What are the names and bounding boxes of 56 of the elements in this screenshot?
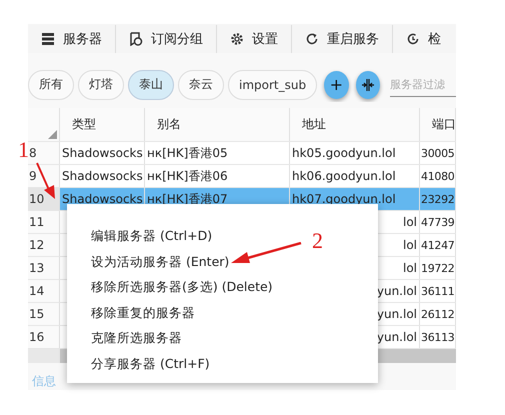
menu-item[interactable]: 移除重复的服务器 [91,300,195,325]
row-number: 16 [28,326,60,348]
group-chip[interactable]: import_sub [228,70,318,100]
refresh-icon [406,32,420,46]
column-header[interactable]: 别名 [145,108,290,141]
table-cell: Shadowsocks [60,142,145,164]
table-cell: 36113 [420,326,456,348]
table-cell: hk06.goodyun.lol [290,165,420,187]
table-cell: 19722 [420,257,456,279]
row-number: 15 [28,303,60,325]
column-header[interactable]: 地址 [290,108,420,141]
menu-item[interactable]: 克隆所选服务器 [91,325,182,350]
add-button[interactable]: + [324,70,349,99]
server-icon [41,32,55,46]
row-number: 9 [28,165,60,187]
annotation-arrow [230,242,302,266]
toolbar-button[interactable]: 服务器 [28,24,116,53]
group-chip[interactable]: 所有 [28,70,74,100]
table-cell: 41080 [420,165,456,187]
table-cell: 26112 [420,303,456,325]
menu-item[interactable]: 设为活动服务器 (Enter) [91,248,230,274]
group-chip[interactable]: 灯塔 [78,70,124,100]
menu-item[interactable]: 分享服务器 (Ctrl+F) [91,350,210,376]
annotation-number: 1 [18,137,29,163]
toolbar-button[interactable]: 重启服务 [292,24,393,53]
restart-icon [305,32,319,46]
select-all-icon[interactable] [48,130,57,139]
table-cell: нк[HK]香港05 [145,142,290,164]
table-cell: hk05.goodyun.lol [290,142,420,164]
table-cell: нк[HK]香港06 [145,165,290,187]
split-button[interactable] [356,70,380,99]
table-cell: 23292 [420,188,456,210]
bookmark-clock-icon [129,32,143,46]
row-number: 10 [28,188,60,210]
menu-item[interactable]: 移除所选服务器(多选) (Delete) [91,274,273,300]
toolbar-button[interactable]: 设置 [217,24,292,53]
row-number: 12 [28,234,60,256]
group-chip[interactable]: 奈云 [178,70,224,100]
group-chip[interactable]: 泰山 [128,70,174,100]
split-icon [362,78,374,91]
menu-item[interactable]: 编辑服务器 (Ctrl+D) [91,223,212,248]
table-cell: 47739 [420,211,456,233]
row-number: 14 [28,280,60,302]
table-cell: Shadowsocks [60,165,145,187]
column-header[interactable]: 端口 [420,108,456,141]
row-number: 13 [28,257,60,279]
settings-icon [230,32,244,46]
table-cell: 36111 [420,280,456,302]
row-number: 11 [28,211,60,233]
filter-field[interactable]: 服务器过滤 [390,72,456,98]
toolbar-button[interactable]: 检 [393,24,441,53]
table-cell: 30005 [420,142,456,164]
toolbar-button[interactable]: 订阅分组 [116,24,217,53]
table-cell: 41247 [420,234,456,256]
column-header[interactable]: 类型 [60,108,145,141]
row-number: 8 [28,142,60,164]
